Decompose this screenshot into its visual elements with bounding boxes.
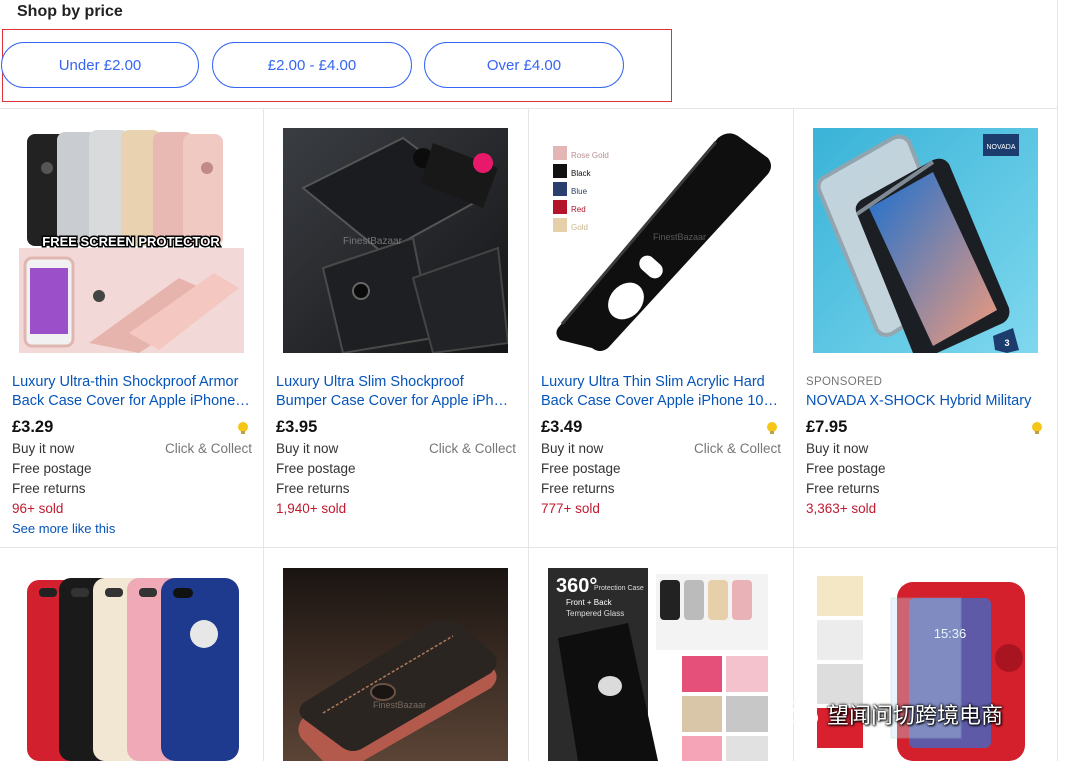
front-back-label: Front + Back xyxy=(566,598,613,607)
product-title-link[interactable]: Luxury Ultra Thin Slim Acrylic Hard Back… xyxy=(541,373,781,411)
product-title-link[interactable]: NOVADA X-SHOCK Hybrid Military xyxy=(806,392,1046,411)
free-postage-label: Free postage xyxy=(806,461,886,476)
watermark-text: 望闻问切跨境电商 xyxy=(827,704,1004,729)
sold-count: 3,363+ sold xyxy=(806,501,877,516)
product-image-black-bumper-case[interactable]: FinestBazaar xyxy=(283,128,508,353)
sold-count: 1,940+ sold xyxy=(276,501,347,516)
buy-it-now-label: Buy it now xyxy=(541,441,604,456)
free-returns-label: Free returns xyxy=(276,481,350,496)
product-price: £7.95 xyxy=(806,418,848,436)
swatch-label: Rose Gold xyxy=(571,151,609,160)
product-image-360-protection-case[interactable]: 360° Protection Case Front + Back Temper… xyxy=(548,568,773,761)
see-more-like-this-link[interactable]: See more like this xyxy=(12,521,115,536)
click-and-collect-label: Click & Collect xyxy=(693,441,781,456)
wechat-icon xyxy=(784,701,818,727)
swatch-gold xyxy=(553,218,567,232)
product-title-link[interactable]: Luxury Ultra Slim Shockproof Bumper Case… xyxy=(276,373,516,411)
product-card[interactable]: FinestBazaar Luxury Ultra Slim Shockproo… xyxy=(264,108,528,547)
sponsored-label: SPONSORED xyxy=(806,376,883,388)
buy-it-now-label: Buy it now xyxy=(12,441,75,456)
price-over-4-button[interactable]: Over £4.00 xyxy=(424,42,624,88)
lightbulb-icon[interactable] xyxy=(236,421,250,435)
shop-by-price-heading: Shop by price xyxy=(17,3,123,20)
finestbazaar-watermark: FinestBazaar xyxy=(653,232,706,242)
product-title-line[interactable]: Bumper Case Cover for Apple iPhone 8 7 P… xyxy=(276,392,516,411)
novada-brand-label: NOVADA xyxy=(986,144,1015,151)
product-image-novada-clear-case[interactable]: NOVADA 3 xyxy=(813,128,1038,353)
product-price: £3.49 xyxy=(541,418,583,436)
click-and-collect-label: Click & Collect xyxy=(164,441,252,456)
protection-case-label: Protection Case xyxy=(594,585,644,592)
product-price: £3.29 xyxy=(12,418,54,436)
tempered-glass-label: Tempered Glass xyxy=(566,609,624,618)
product-image-leather-case[interactable]: FinestBazaar xyxy=(283,568,508,761)
sold-count: 96+ sold xyxy=(12,501,64,516)
product-price: £3.95 xyxy=(276,418,318,436)
free-screen-protector-label: FREE SCREEN PROTECTOR xyxy=(42,234,220,249)
swatch-label: Black xyxy=(571,169,592,178)
product-image-black-acrylic-case[interactable]: Rose Gold Black Blue Red Gold FinestBaza… xyxy=(548,128,773,353)
product-title-line[interactable]: Luxury Ultra Slim Shockproof xyxy=(276,373,516,392)
lightbulb-icon[interactable] xyxy=(765,421,779,435)
price-under-2-button[interactable]: Under £2.00 xyxy=(1,42,199,88)
free-returns-label: Free returns xyxy=(806,481,880,496)
sold-count: 777+ sold xyxy=(541,501,600,516)
product-card[interactable]: FREE SCREEN PROTECTOR Luxury Ultra-thin … xyxy=(0,108,264,547)
product-card[interactable]: 360° Protection Case Front + Back Temper… xyxy=(529,548,793,761)
swatch-rose-gold xyxy=(553,146,567,160)
swatch-label: Red xyxy=(571,205,586,214)
free-returns-label: Free returns xyxy=(541,481,615,496)
buy-it-now-label: Buy it now xyxy=(276,441,339,456)
buy-it-now-label: Buy it now xyxy=(806,441,869,456)
lightbulb-icon[interactable] xyxy=(1030,421,1044,435)
price-2-to-4-button[interactable]: £2.00 - £4.00 xyxy=(212,42,412,88)
swatch-black xyxy=(553,164,567,178)
finestbazaar-watermark: FinestBazaar xyxy=(373,700,426,710)
free-postage-label: Free postage xyxy=(276,461,356,476)
product-title-line[interactable]: Back Case Cover for Apple iPhone X 8 7 6… xyxy=(12,392,252,411)
swatch-red xyxy=(553,200,567,214)
swatch-blue xyxy=(553,182,567,196)
click-and-collect-label: Click & Collect xyxy=(428,441,516,456)
product-card[interactable]: FinestBazaar xyxy=(264,548,528,761)
wechat-watermark: 望闻问切跨境电商 xyxy=(783,697,1003,731)
product-image-rose-armor-case[interactable]: FREE SCREEN PROTECTOR xyxy=(19,128,244,353)
finestbazaar-watermark: FinestBazaar xyxy=(343,236,403,247)
product-card[interactable]: Rose Gold Black Blue Red Gold FinestBaza… xyxy=(529,108,793,547)
svg-text:3: 3 xyxy=(1004,338,1009,348)
product-title-line[interactable]: Luxury Ultra Thin Slim Acrylic Hard xyxy=(541,373,781,392)
swatch-label: Blue xyxy=(571,187,588,196)
360-label: 360° xyxy=(556,575,597,597)
product-title-line[interactable]: Luxury Ultra-thin Shockproof Armor xyxy=(12,373,252,392)
swatch-label: Gold xyxy=(571,223,588,232)
free-postage-label: Free postage xyxy=(12,461,92,476)
product-title-link[interactable]: Luxury Ultra-thin Shockproof Armor Back … xyxy=(12,373,252,411)
product-title-line[interactable]: Back Case Cover Apple iPhone 10 X 8 7 6 … xyxy=(541,392,781,411)
free-postage-label: Free postage xyxy=(541,461,621,476)
free-returns-label: Free returns xyxy=(12,481,86,496)
product-card[interactable] xyxy=(0,548,264,761)
product-image-colorful-slim-cases[interactable] xyxy=(19,568,244,761)
product-title-line[interactable]: NOVADA X-SHOCK Hybrid Military xyxy=(806,392,1046,411)
price-filter-highlight: Under £2.00 £2.00 - £4.00 Over £4.00 xyxy=(1,29,672,102)
product-card[interactable]: NOVADA 3 SPONSORED NOVADA X-SHOCK Hybrid… xyxy=(794,108,1058,547)
product-image-red-full-cover-case[interactable]: 15:36 xyxy=(813,568,1038,761)
